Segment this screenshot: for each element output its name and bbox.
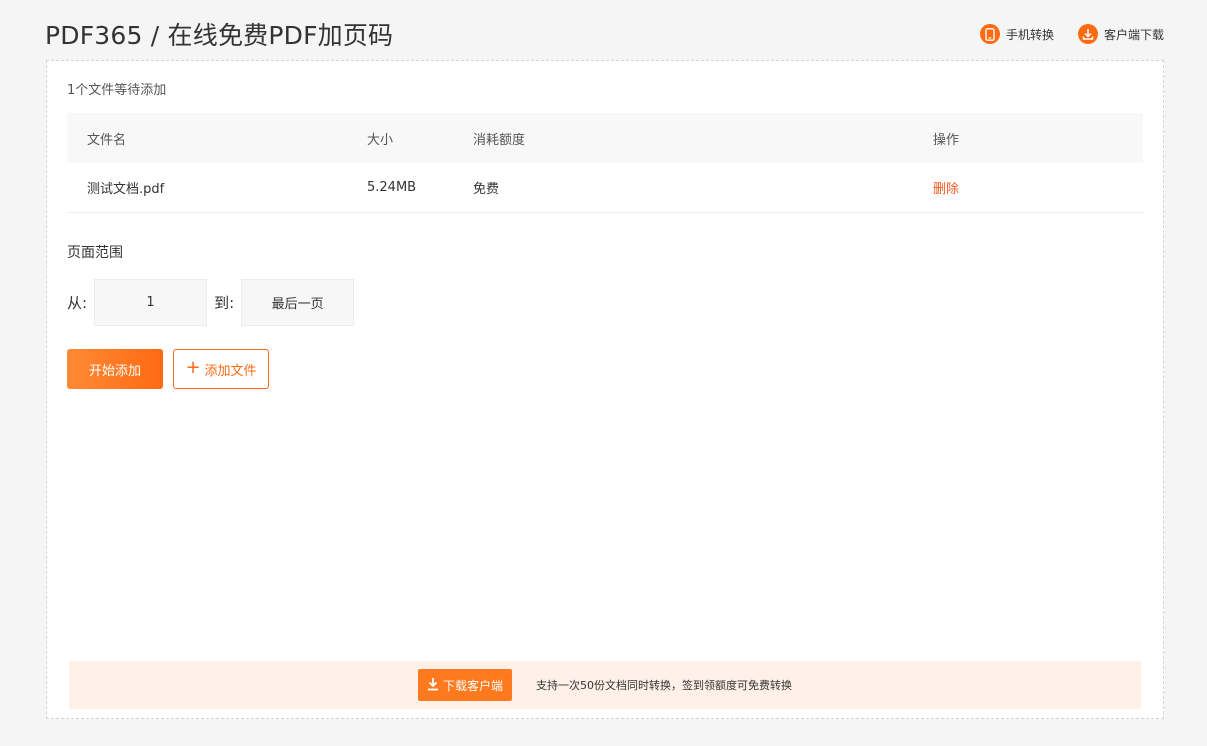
main-panel: 1个文件等待添加 文件名 大小 消耗额度 操作 测试文档.pdf 5.24MB … [46, 60, 1164, 719]
download-client-label: 下载客户端 [442, 678, 503, 693]
header-links: 手机转换 客户端下载 [979, 24, 1164, 44]
page-range-row: 从: 1 到: 最后一页 [67, 279, 361, 326]
mobile-convert-link[interactable]: 手机转换 [979, 24, 1054, 44]
file-cost: 免费 [473, 182, 500, 197]
delete-link[interactable]: 删除 [933, 182, 959, 197]
header-action: 操作 [933, 132, 960, 148]
client-download-label: 客户端下载 [1103, 27, 1164, 42]
mobile-icon [979, 24, 1000, 44]
table-row: 测试文档.pdf 5.24MB 免费 删除 [67, 163, 1143, 213]
add-file-button[interactable]: + 添加文件 [173, 349, 269, 389]
header-size: 大小 [367, 132, 394, 148]
from-label: 从: [67, 294, 88, 312]
file-size: 5.24MB [367, 180, 417, 195]
plus-icon: + [185, 357, 201, 378]
page-range-title: 页面范围 [67, 245, 123, 261]
start-add-button[interactable]: 开始添加 [67, 349, 163, 389]
to-page-input[interactable]: 最后一页 [241, 279, 355, 326]
mobile-convert-label: 手机转换 [1005, 27, 1054, 42]
from-page-input[interactable]: 1 [94, 279, 208, 326]
download-client-icon [1077, 24, 1098, 44]
file-table: 文件名 大小 消耗额度 操作 测试文档.pdf 5.24MB 免费 删除 [67, 113, 1143, 213]
add-file-label: 添加文件 [204, 363, 257, 379]
client-download-link[interactable]: 客户端下载 [1077, 24, 1164, 44]
page-title: PDF365 / 在线免费PDF加页码 [45, 21, 394, 50]
table-header: 文件名 大小 消耗额度 操作 [67, 113, 1143, 163]
header: PDF365 / 在线免费PDF加页码 手机转换 客户端下载 [45, 14, 1164, 54]
header-cost: 消耗额度 [473, 132, 526, 148]
promo-text: 支持一次50份文档同时转换，签到领额度可免费转换 [536, 679, 792, 692]
to-label: 到: [214, 294, 235, 312]
download-icon [427, 677, 439, 694]
promo-bar: 下载客户端 支持一次50份文档同时转换，签到领额度可免费转换 [69, 661, 1141, 709]
download-client-button[interactable]: 下载客户端 [417, 669, 512, 701]
file-count-label: 1个文件等待添加 [67, 83, 167, 98]
action-buttons: 开始添加 + 添加文件 [67, 349, 269, 389]
file-name: 测试文档.pdf [87, 182, 165, 197]
header-filename: 文件名 [87, 132, 127, 148]
